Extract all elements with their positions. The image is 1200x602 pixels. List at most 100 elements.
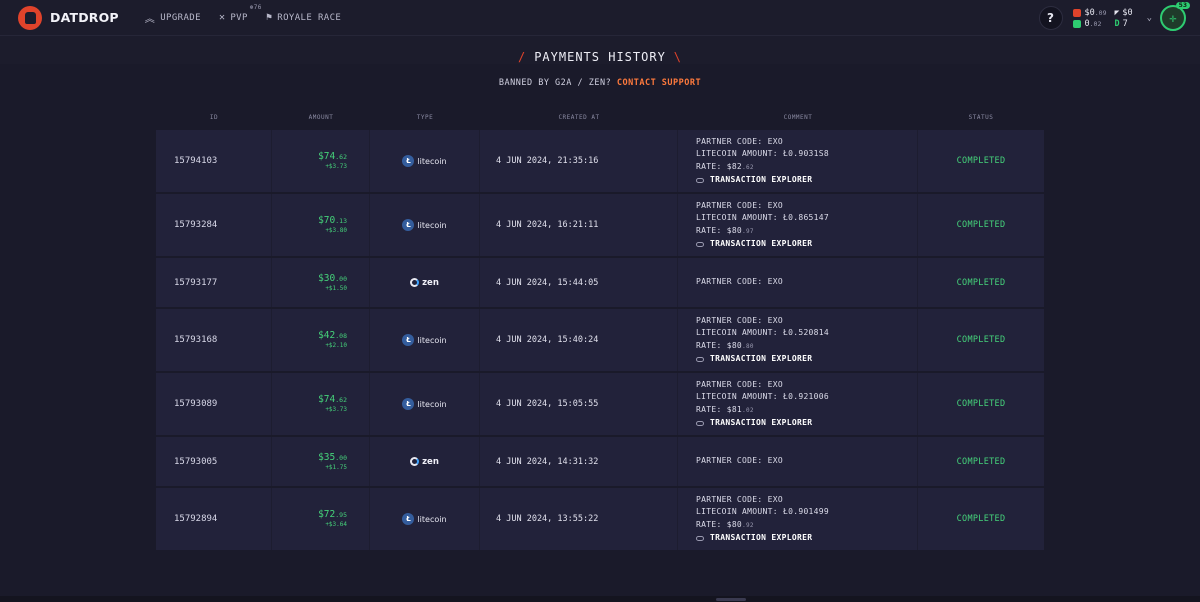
brand-logo[interactable]: DATDROP — [18, 5, 119, 30]
title-slash-right: \ — [673, 50, 683, 64]
table-row: 15793168 $42.08 +$2.10 Łlitecoin 4 JUN 2024,… — [156, 309, 1044, 373]
table-header: ID AMOUNT TYPE CREATED AT COMMENT STATUS — [156, 104, 1044, 130]
crossed-swords-icon: ✕ — [218, 12, 226, 23]
amount-value: $42.08 — [318, 330, 347, 341]
cell-created-at: 4 JUN 2024, 16:21:11 — [480, 194, 678, 256]
table-row: 15792894 $72.95 +$3.64 Łlitecoin 4 JUN 2024,… — [156, 488, 1044, 552]
main-nav: ︽ UPGRADE ✕ PVP ⊛76 ⚑ ROYALE RACE — [144, 4, 359, 26]
contact-support-link[interactable]: CONTACT SUPPORT — [617, 78, 701, 88]
wallet-icon — [1072, 8, 1081, 17]
chevron-up-icon: ︽ — [144, 14, 156, 25]
balances[interactable]: $0.09 ◤ $0 0.02 D 7 — [1072, 8, 1133, 29]
transaction-explorer-link[interactable]: TRANSACTION EXPLORER — [696, 353, 812, 366]
status-badge: COMPLETED — [956, 220, 1006, 230]
cell-id: 15792894 — [156, 488, 272, 550]
cell-amount: $42.08 +$2.10 — [272, 309, 370, 371]
cell-comment: PARTNER CODE: EXO LITECOIN AMOUNT: Ł0.903… — [678, 130, 918, 192]
cell-amount: $74.62 +$3.73 — [272, 373, 370, 435]
nav-royale-race-label: ROYALE RACE — [277, 12, 342, 23]
balance-coin: 0.02 — [1072, 19, 1107, 29]
cell-type: Łlitecoin — [370, 130, 480, 192]
brand-logo-icon — [18, 5, 42, 30]
cell-created-at: 4 JUN 2024, 21:35:16 — [480, 130, 678, 192]
amount-bonus: +$1.75 — [325, 463, 347, 471]
rate: RATE: $80.97 — [696, 225, 754, 235]
cell-amount: $74.62 +$3.73 — [272, 130, 370, 192]
coin-icon — [1072, 19, 1081, 28]
partner-code: PARTNER CODE: EXO — [696, 315, 783, 325]
transaction-explorer-link[interactable]: TRANSACTION EXPLORER — [696, 532, 812, 545]
banned-notice: BANNED BY G2A / ZEN? CONTACT SUPPORT — [498, 78, 702, 88]
amount-value: $35.00 — [318, 451, 347, 463]
nav-royale-race[interactable]: ⚑ ROYALE RACE — [266, 12, 341, 23]
cell-type: Łlitecoin — [370, 194, 480, 256]
amount-value: $72.95 — [318, 509, 347, 520]
table-row: 15793089 $74.62 +$3.73 Łlitecoin 4 JUN 2024,… — [156, 373, 1044, 437]
transaction-explorer-link[interactable]: TRANSACTION EXPLORER — [696, 238, 812, 251]
nav-upgrade[interactable]: ︽ UPGRADE — [144, 10, 201, 26]
nav-pvp[interactable]: ✕ PVP ⊛76 — [218, 4, 261, 23]
litecoin-amount: LITECOIN AMOUNT: Ł0.9031S8 — [696, 149, 830, 158]
rate: RATE: $80.80 — [696, 340, 754, 350]
cell-comment: PARTNER CODE: EXO — [678, 437, 918, 486]
cell-id: 15793284 — [156, 194, 272, 256]
litecoin-logo: Łlitecoin — [402, 513, 447, 525]
nav-upgrade-label: UPGRADE — [160, 12, 201, 23]
header-id: ID — [209, 113, 219, 121]
amount-bonus: +$3.64 — [325, 521, 347, 528]
link-icon — [696, 420, 704, 426]
cell-type: zen — [370, 437, 480, 486]
transaction-explorer-link[interactable]: TRANSACTION EXPLORER — [696, 417, 812, 430]
cell-created-at: 4 JUN 2024, 15:05:55 — [480, 373, 678, 435]
scrollbar-handle[interactable] — [716, 598, 746, 601]
litecoin-amount: LITECOIN AMOUNT: Ł0.520814 — [696, 328, 830, 337]
litecoin-icon: Ł — [402, 334, 415, 346]
header-type: TYPE — [416, 113, 434, 121]
amount-bonus: +$3.73 — [325, 163, 347, 170]
cell-comment: PARTNER CODE: EXO LITECOIN AMOUNT: Ł0.865… — [678, 194, 918, 256]
partner-code: PARTNER CODE: EXO — [696, 200, 783, 210]
status-badge: COMPLETED — [956, 156, 1006, 166]
chevron-down-icon[interactable]: ⌄ — [1147, 13, 1152, 23]
link-icon — [696, 356, 704, 362]
cell-id: 15794103 — [156, 130, 272, 192]
cell-amount: $30.00 +$1.50 — [272, 258, 370, 307]
amount-value: $30.00 — [318, 272, 347, 284]
amount-bonus: +$2.10 — [325, 342, 347, 349]
amount-value: $74.62 — [318, 151, 347, 162]
flag-icon: ⚑ — [265, 12, 273, 23]
amount-bonus: +$3.73 — [325, 406, 347, 413]
header-created-at: CREATED AT — [558, 113, 600, 121]
zen-icon — [410, 457, 420, 466]
zen-logo: zen — [410, 457, 439, 467]
level-badge: 53 — [1175, 2, 1190, 9]
title-slash-left: / — [517, 50, 527, 64]
status-badge: COMPLETED — [956, 514, 1006, 524]
zen-logo: zen — [410, 278, 439, 288]
litecoin-icon: Ł — [402, 513, 415, 525]
table-row: 15793177 $30.00 +$1.50 zen 4 JUN 2024, 15:44… — [156, 258, 1044, 309]
litecoin-icon: Ł — [402, 155, 415, 167]
litecoin-logo: Łlitecoin — [402, 219, 447, 231]
partner-code: PARTNER CODE: EXO — [696, 494, 783, 504]
top-navbar: DATDROP ︽ UPGRADE ✕ PVP ⊛76 ⚑ ROYALE RAC… — [0, 0, 1200, 36]
transaction-explorer-link[interactable]: TRANSACTION EXPLORER — [696, 174, 812, 187]
avatar[interactable]: ✛ 53 — [1160, 2, 1190, 31]
header-status: STATUS — [968, 113, 994, 121]
cell-id: 15793168 — [156, 309, 272, 371]
litecoin-amount: LITECOIN AMOUNT: Ł0.865147 — [696, 213, 830, 222]
table-row: 15794103 $74.62 +$3.73 Łlitecoin 4 JUN 2024,… — [156, 130, 1044, 194]
litecoin-amount: LITECOIN AMOUNT: Ł0.901499 — [696, 507, 830, 516]
partner-code: PARTNER CODE: EXO — [696, 277, 783, 287]
header-amount: AMOUNT — [308, 113, 334, 121]
partner-code: PARTNER CODE: EXO — [696, 136, 783, 146]
link-icon — [696, 535, 704, 541]
cell-type: Łlitecoin — [370, 488, 480, 550]
cell-type: Łlitecoin — [370, 373, 480, 435]
litecoin-amount: LITECOIN AMOUNT: Ł0.921006 — [696, 392, 830, 401]
partner-code: PARTNER CODE: EXO — [696, 456, 783, 466]
help-button[interactable]: ? — [1038, 6, 1063, 30]
bottom-band — [0, 596, 1200, 602]
amount-value: $70.13 — [318, 215, 347, 226]
table-body: 15794103 $74.62 +$3.73 Łlitecoin 4 JUN 2024,… — [156, 130, 1044, 552]
